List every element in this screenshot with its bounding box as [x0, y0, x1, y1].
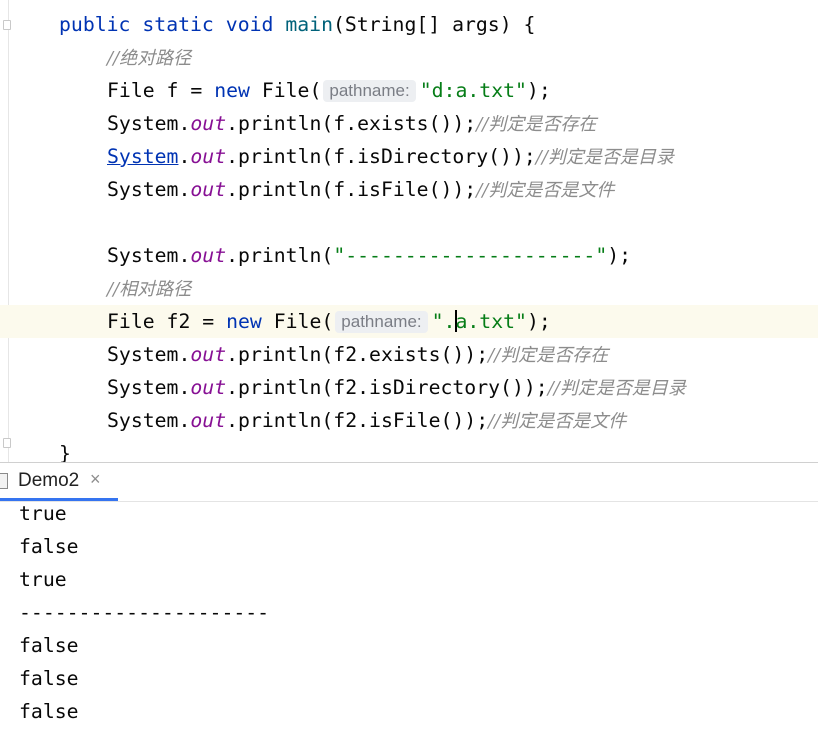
code-line-println[interactable]: System.out.println(f.isFile());//判定是否是文件 [107, 173, 614, 206]
console-output-line: true [19, 502, 67, 525]
code-line-println[interactable]: System.out.println(f.exists());//判定是否存在 [107, 107, 596, 140]
parameter-hint: pathname: [323, 80, 416, 102]
console-output-line: false [19, 700, 79, 723]
code-line-println[interactable]: System.out.println(f2.isFile());//判定是否是文… [107, 404, 626, 437]
code-line-file-f2[interactable]: File f2 = new File(pathname: ".a.txt"); [107, 305, 551, 338]
code-line-println[interactable]: System.out.println(f2.exists());//判定是否存在 [107, 338, 608, 371]
fold-icon[interactable] [3, 20, 11, 30]
code-line-println-separator[interactable]: System.out.println("--------------------… [107, 239, 631, 272]
class-link[interactable]: System [107, 145, 178, 168]
console-output-line: false [19, 667, 79, 690]
run-tab-bar: Demo2 × [0, 463, 818, 502]
run-tab-label: Demo2 [18, 470, 80, 491]
fold-icon[interactable] [3, 438, 11, 448]
console-output-line: false [19, 634, 79, 657]
run-tab-demo2[interactable]: Demo2 × [0, 463, 118, 501]
run-config-icon [0, 473, 8, 489]
code-line-println[interactable]: System.out.println(f.isDirectory());//判定… [107, 140, 674, 173]
close-icon[interactable]: × [90, 469, 101, 490]
console-output-line: --------------------- [19, 601, 270, 624]
console-output-line: false [19, 535, 79, 558]
parameter-hint: pathname: [335, 311, 428, 333]
code-line-comment[interactable]: //绝对路径 [107, 41, 191, 74]
code-editor[interactable]: public static void main(String[] args) {… [0, 0, 818, 462]
code-line-closing-brace[interactable]: } [59, 437, 71, 462]
code-line-file-f[interactable]: File f = new File(pathname: "d:a.txt"); [107, 74, 551, 107]
run-console-panel: Demo2 × true false true ----------------… [0, 462, 818, 738]
gutter [8, 0, 9, 462]
code-line-comment[interactable]: //相对路径 [107, 272, 191, 305]
code-line-println[interactable]: System.out.println(f2.isDirectory());//判… [107, 371, 686, 404]
code-line-main[interactable]: public static void main(String[] args) { [59, 8, 535, 41]
console-output-line: true [19, 568, 67, 591]
